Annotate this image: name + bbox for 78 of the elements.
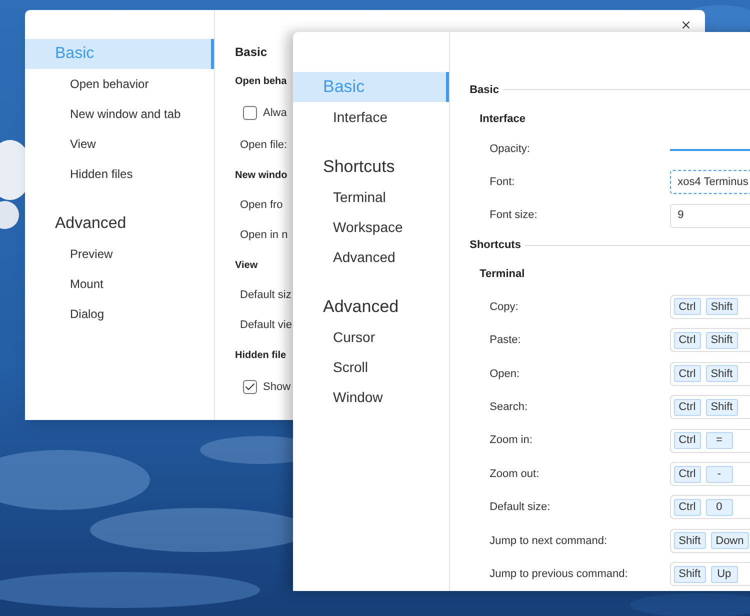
shortcut-field[interactable]: Ctrl - bbox=[670, 462, 750, 486]
sidebar-heading[interactable]: Advanced bbox=[25, 209, 214, 239]
setting-label: Copy: bbox=[490, 300, 520, 315]
setting-label: Search: bbox=[490, 400, 529, 415]
checkbox-label: Show bbox=[263, 380, 291, 395]
key-cap: - bbox=[706, 466, 733, 483]
setting-label: Zoom out: bbox=[490, 466, 540, 482]
setting-label: Zoom in: bbox=[490, 433, 534, 448]
sidebar-item[interactable]: Window bbox=[293, 382, 449, 412]
key-cap: Ctrl bbox=[674, 432, 701, 450]
close-icon[interactable] bbox=[680, 19, 692, 31]
sidebar-item[interactable]: Scroll bbox=[293, 352, 449, 382]
shortcut-field[interactable]: Ctrl Shift bbox=[670, 294, 750, 319]
key-cap: Shift bbox=[706, 332, 738, 349]
key-cap: Shift bbox=[674, 532, 706, 550]
check-icon bbox=[244, 381, 256, 393]
section-heading: Basic bbox=[235, 44, 268, 61]
key-cap: Down bbox=[710, 532, 749, 550]
key-cap: 0 bbox=[706, 498, 733, 516]
shortcut-field[interactable]: Ctrl Shift bbox=[670, 328, 750, 352]
sidebar-item[interactable]: Mount bbox=[25, 269, 214, 299]
setting-label: Jump to previous command: bbox=[490, 567, 629, 582]
sidebar-item[interactable]: View bbox=[25, 129, 214, 159]
sidebar-item[interactable]: Dialog bbox=[25, 299, 214, 329]
key-cap: Ctrl bbox=[674, 298, 701, 316]
sidebar-heading[interactable]: Shortcuts bbox=[293, 152, 449, 182]
section-heading: Shortcuts bbox=[470, 238, 521, 253]
setting-label: Default size: bbox=[490, 500, 552, 516]
shortcut-field[interactable]: Ctrl = bbox=[670, 428, 750, 453]
key-cap: Ctrl bbox=[674, 498, 701, 516]
group-heading: Terminal bbox=[478, 267, 526, 282]
shortcut-field[interactable]: Shift Down bbox=[670, 528, 750, 553]
group-heading: New windo bbox=[235, 168, 288, 182]
shortcut-field[interactable]: Ctrl Shift bbox=[670, 395, 750, 420]
key-cap: Ctrl bbox=[674, 398, 701, 416]
setting-label: Font size: bbox=[490, 208, 538, 224]
setting-label: Open: bbox=[490, 366, 521, 382]
key-cap: Shift bbox=[674, 566, 706, 583]
sidebar-item[interactable]: Cursor bbox=[293, 322, 449, 352]
sidebar-item[interactable]: Preview bbox=[25, 239, 214, 269]
key-cap: = bbox=[706, 432, 733, 450]
setting-label: Jump to next command: bbox=[490, 534, 608, 549]
section-heading: Basic bbox=[470, 82, 499, 98]
sidebar-item[interactable]: Interface bbox=[293, 102, 449, 132]
checked-checkbox[interactable] bbox=[243, 380, 257, 394]
key-cap: Up bbox=[710, 566, 738, 583]
setting-label: Opacity: bbox=[490, 142, 531, 158]
group-heading: Interface bbox=[478, 112, 526, 127]
sidebar-item[interactable]: Hidden files bbox=[25, 159, 214, 189]
sidebar-item[interactable]: New window and tab bbox=[25, 99, 214, 129]
sidebar-item[interactable]: Terminal bbox=[293, 182, 449, 212]
shortcut-field[interactable]: Ctrl Shift bbox=[670, 362, 750, 386]
key-cap: Shift bbox=[706, 398, 738, 416]
shortcut-field[interactable]: Shift Up bbox=[670, 562, 750, 586]
font-dropdown[interactable]: xos4 Terminus bbox=[670, 170, 750, 194]
key-cap: Shift bbox=[706, 365, 738, 382]
setting-label: Open file: bbox=[239, 138, 288, 153]
setting-label: Default siz bbox=[239, 288, 292, 303]
key-cap: Ctrl bbox=[674, 365, 701, 382]
setting-label: Font: bbox=[490, 174, 516, 190]
setting-label: Paste: bbox=[490, 333, 522, 348]
group-heading: View bbox=[235, 258, 259, 272]
sidebar-item[interactable]: Open behavior bbox=[25, 69, 214, 99]
key-cap: Ctrl bbox=[674, 332, 701, 349]
sidebar-item[interactable]: Workspace bbox=[293, 212, 449, 242]
setting-label: Default vie bbox=[239, 318, 293, 333]
key-cap: Ctrl bbox=[674, 466, 701, 483]
setting-label: Open in n bbox=[239, 228, 289, 243]
setting-label: Open fro bbox=[239, 198, 284, 213]
font-size-field[interactable]: 9 bbox=[670, 204, 750, 228]
sidebar-item[interactable]: Advanced bbox=[293, 242, 449, 272]
group-heading: Hidden file bbox=[235, 348, 288, 362]
checkbox[interactable] bbox=[243, 106, 257, 120]
checkbox-label: Alwa bbox=[263, 106, 287, 121]
key-cap: Shift bbox=[706, 298, 738, 316]
shortcut-field[interactable]: Ctrl 0 bbox=[670, 495, 750, 520]
group-heading: Open beha bbox=[235, 74, 288, 88]
sidebar-heading[interactable]: Advanced bbox=[293, 292, 449, 322]
